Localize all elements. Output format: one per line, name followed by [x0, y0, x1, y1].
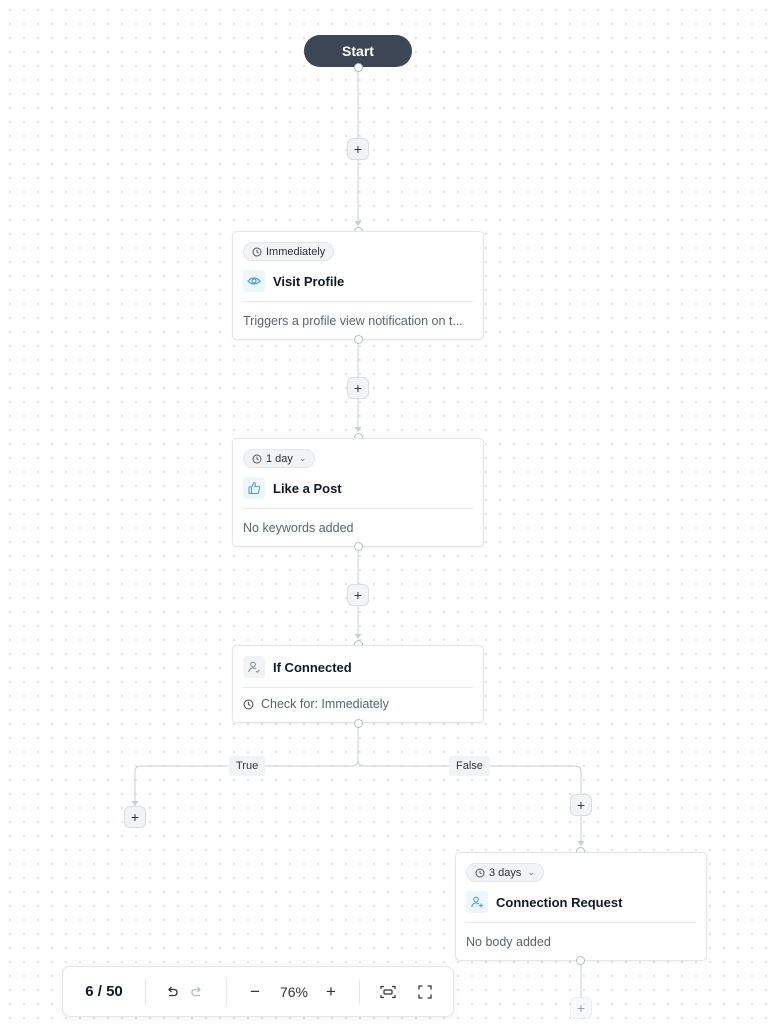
clock-icon: [243, 699, 254, 709]
start-label: Start: [342, 43, 374, 59]
add-step-false-branch-button[interactable]: +: [570, 794, 592, 816]
delay-label: 1 day: [266, 452, 293, 465]
add-step-true-branch-button[interactable]: +: [124, 806, 146, 828]
canvas-toolbar: 6 / 50 − 76% +: [62, 966, 454, 1017]
plus-icon: +: [353, 380, 363, 396]
user-plus-icon: [466, 891, 488, 913]
node-title: Connection Request: [496, 894, 623, 910]
thumbs-up-icon: [243, 477, 265, 499]
plus-icon: +: [576, 1000, 586, 1016]
visit-profile-node[interactable]: Immediately Visit Profile Triggers a pro…: [232, 231, 484, 340]
clock-icon: [252, 454, 262, 463]
plus-icon: +: [353, 141, 363, 157]
output-handle[interactable]: [354, 335, 363, 344]
add-step-button[interactable]: +: [570, 997, 592, 1019]
node-title: Visit Profile: [273, 273, 345, 289]
chevron-down-icon: ⌄: [527, 867, 535, 877]
node-description: No body added: [466, 935, 551, 949]
node-title: Like a Post: [273, 480, 342, 496]
eye-icon: [243, 270, 265, 292]
zoom-out-button[interactable]: −: [243, 967, 267, 1016]
add-step-button[interactable]: +: [347, 138, 369, 160]
redo-icon: [191, 986, 201, 996]
plus-icon: +: [326, 981, 336, 1001]
fit-view-button[interactable]: [376, 967, 400, 1016]
undo-button[interactable]: [161, 967, 183, 1016]
plus-icon: +: [576, 797, 586, 813]
check-label: Check for: Immediately: [261, 697, 389, 711]
divider: [359, 979, 360, 1005]
plus-icon: +: [353, 587, 363, 603]
undo-icon: [168, 986, 178, 996]
false-branch-label: False: [449, 756, 490, 776]
redo-button[interactable]: [186, 967, 208, 1016]
output-handle[interactable]: [576, 956, 585, 965]
true-label-text: True: [236, 760, 259, 772]
zoom-value: 76%: [279, 983, 309, 1000]
add-step-button[interactable]: +: [347, 584, 369, 606]
chevron-down-icon: ⌄: [298, 453, 307, 463]
if-connected-node[interactable]: If Connected Check for: Immediately: [232, 645, 484, 723]
divider: [243, 687, 473, 688]
minus-icon: −: [250, 981, 260, 1001]
zoom-level: 76%: [271, 967, 317, 1016]
divider: [243, 301, 473, 302]
add-step-button[interactable]: +: [347, 377, 369, 399]
check-row: Check for: Immediately: [243, 697, 473, 711]
divider: [145, 979, 146, 1005]
output-handle[interactable]: [354, 719, 363, 728]
plus-icon: +: [130, 809, 140, 825]
node-title: If Connected: [273, 659, 352, 675]
connection-request-node[interactable]: 3 days ⌄ Connection Request No body adde…: [455, 852, 707, 961]
delay-dropdown[interactable]: 3 days ⌄: [466, 863, 544, 882]
clock-icon: [475, 868, 485, 877]
like-post-node[interactable]: 1 day ⌄ Like a Post No keywords added: [232, 438, 484, 547]
fullscreen-icon: [418, 984, 432, 999]
page-counter: 6 / 50: [63, 967, 145, 1016]
delay-badge[interactable]: Immediately: [243, 242, 335, 261]
divider: [466, 922, 696, 923]
divider: [226, 979, 227, 1005]
output-handle[interactable]: [354, 542, 363, 551]
delay-label: 3 days: [489, 866, 522, 879]
start-output-handle[interactable]: [354, 63, 363, 72]
clock-icon: [252, 247, 262, 256]
delay-dropdown[interactable]: 1 day ⌄: [243, 449, 316, 468]
true-branch-label: True: [229, 756, 266, 776]
delay-label: Immediately: [266, 245, 326, 258]
fullscreen-button[interactable]: [413, 967, 437, 1016]
divider: [243, 508, 473, 509]
false-label-text: False: [456, 760, 483, 772]
node-description: Triggers a profile view notification on …: [243, 314, 463, 328]
node-description: No keywords added: [243, 521, 354, 535]
zoom-in-button[interactable]: +: [319, 967, 343, 1016]
fit-view-icon: [380, 985, 396, 998]
page-count-label: 6 / 50: [85, 983, 123, 1000]
user-check-icon: [243, 656, 265, 678]
